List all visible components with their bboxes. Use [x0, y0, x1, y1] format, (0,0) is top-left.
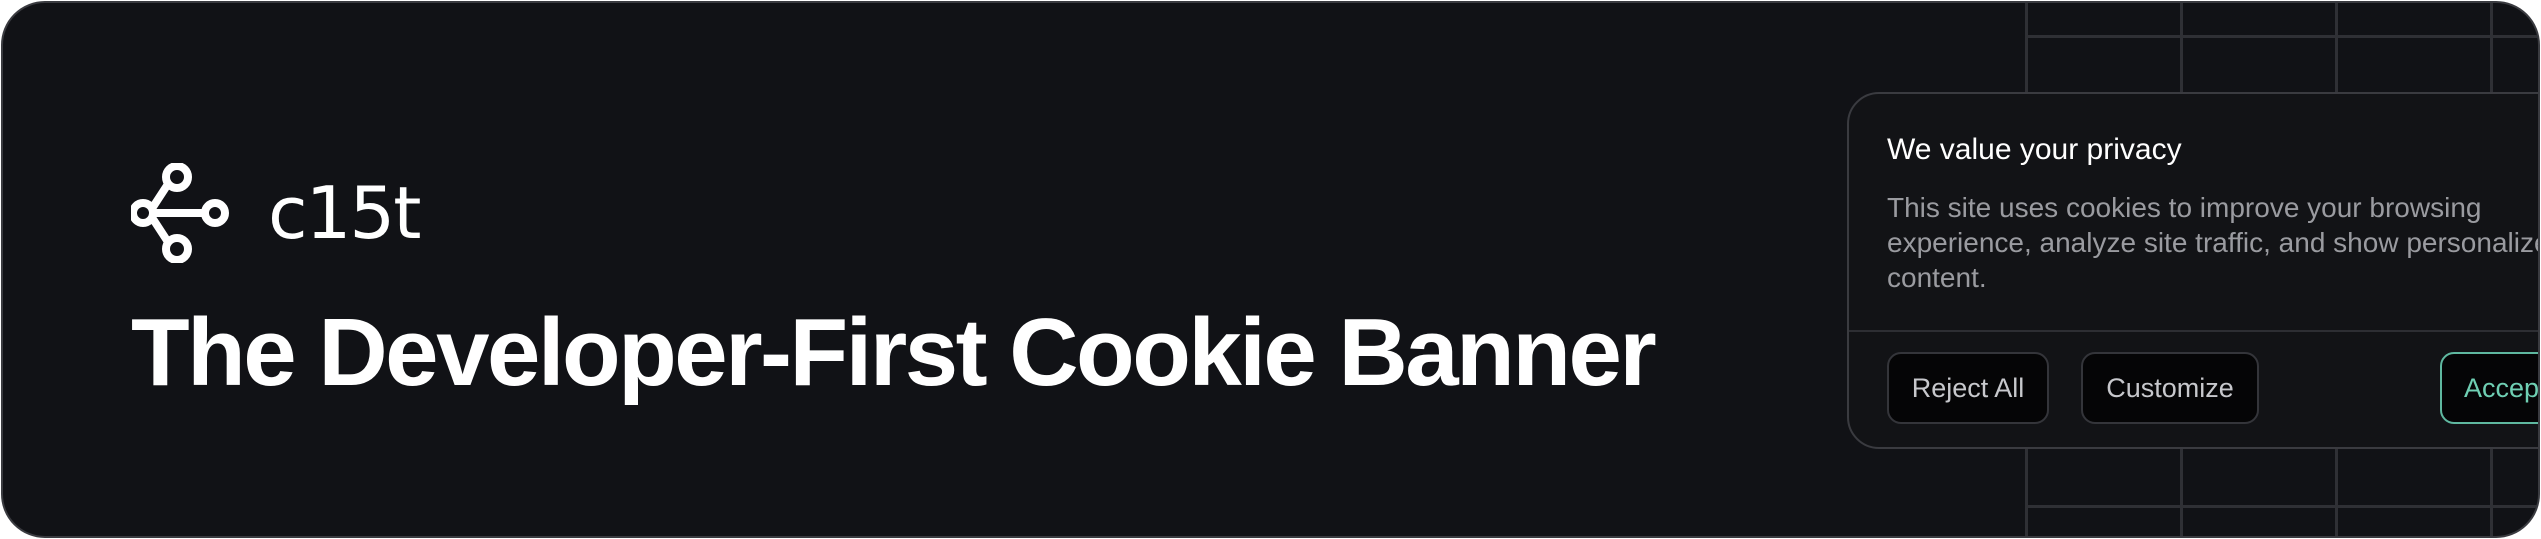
reject-all-button[interactable]: Reject All: [1887, 352, 2049, 424]
cookie-banner-divider: [1849, 330, 2538, 332]
branching-nodes-icon: [131, 163, 229, 263]
cookie-banner: We value your privacy This site uses coo…: [1847, 92, 2540, 449]
grid-line: [2025, 35, 2538, 38]
cookie-banner-title: We value your privacy: [1887, 133, 2182, 166]
cookie-banner-description: This site uses cookies to improve your b…: [1887, 192, 2540, 293]
brand-wordmark: c15t: [268, 171, 421, 255]
accept-all-button[interactable]: Accept All: [2440, 352, 2538, 424]
page-headline: The Developer-First Cookie Banner: [131, 299, 1657, 406]
brand-logo: [131, 163, 231, 263]
customize-button[interactable]: Customize: [2081, 352, 2259, 424]
grid-line: [2025, 505, 2538, 508]
hero-card: c15t The Developer-First Cookie Banner W…: [1, 1, 2540, 538]
